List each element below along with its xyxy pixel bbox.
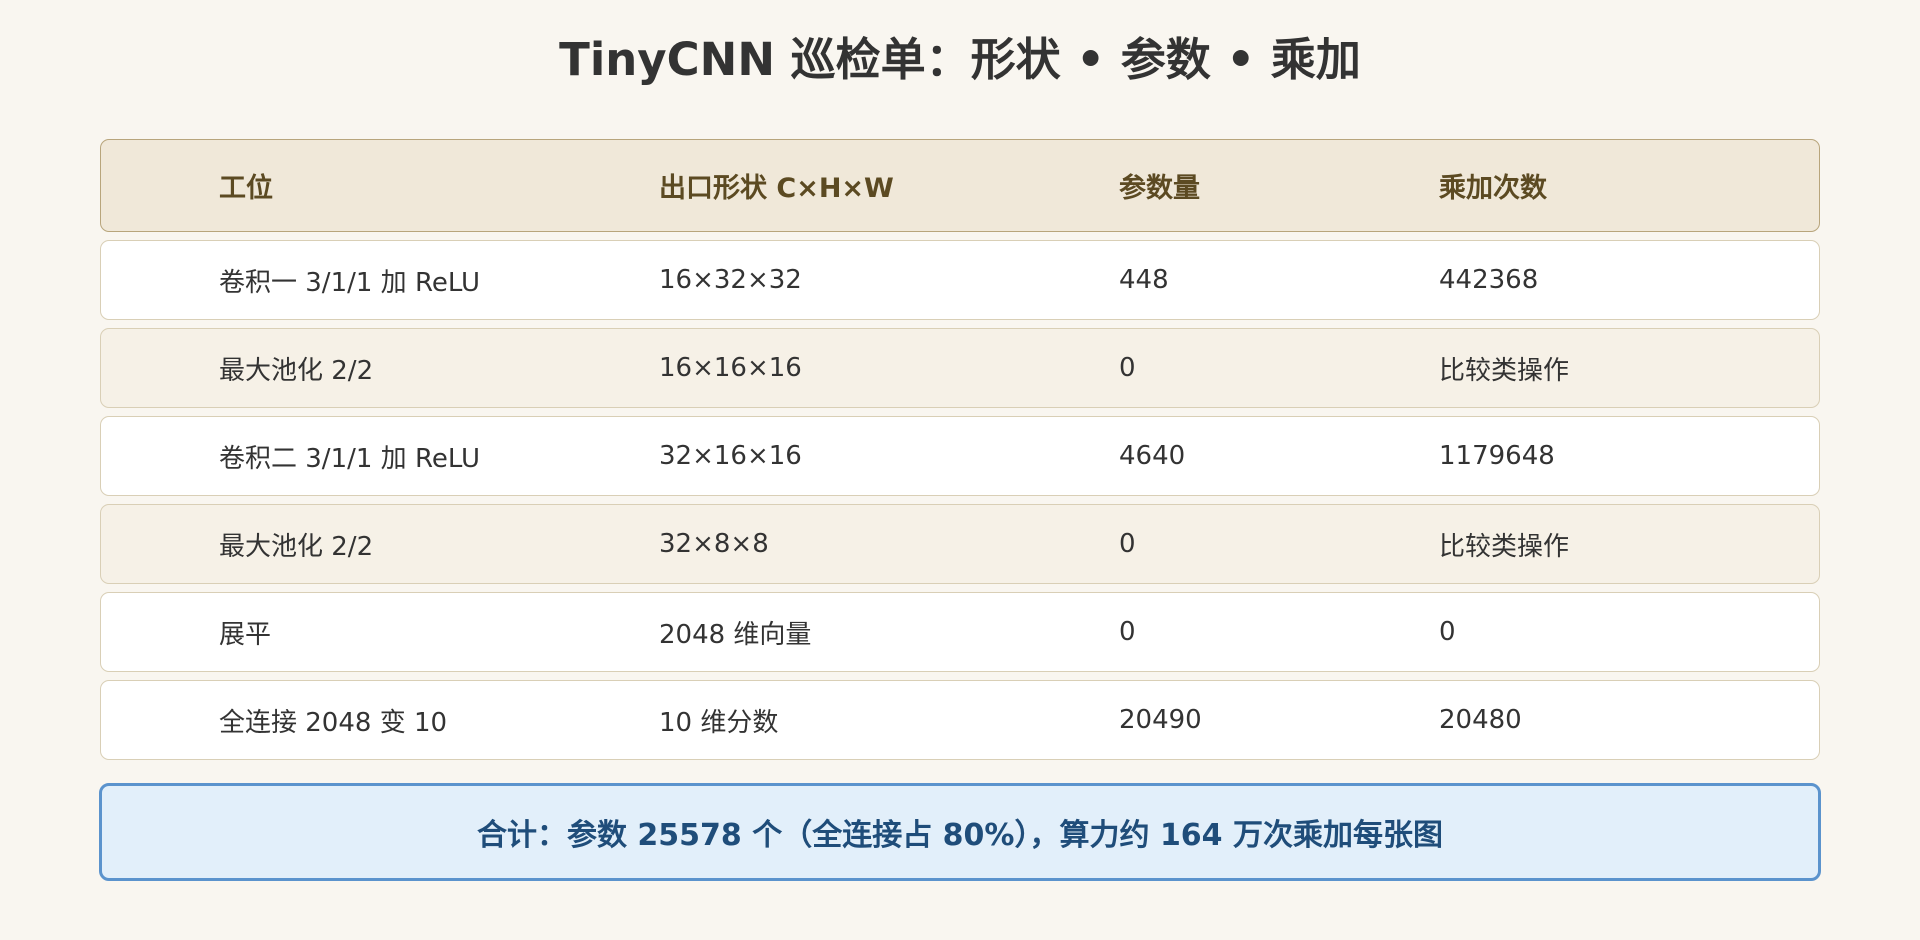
summary-text: 合计：参数 25578 个（全连接占 80%），算力约 164 万次乘加每张图 — [476, 818, 1444, 853]
summary-box: 合计：参数 25578 个（全连接占 80%），算力约 164 万次乘加每张图 — [99, 783, 1821, 881]
cell-param-count: 20490 — [1119, 705, 1202, 735]
page: TinyCNN 巡检单：形状 • 参数 • 乘加 工位 出口形状 C×H×W 参… — [0, 0, 1920, 940]
cell-param-count: 4640 — [1119, 441, 1186, 471]
table-row: 展平 2048 维向量 0 0 — [100, 592, 1820, 672]
cell-param-count: 0 — [1119, 617, 1136, 647]
cell-station: 最大池化 2/2 — [219, 531, 374, 562]
cell-output-shape: 32×8×8 — [659, 529, 769, 559]
inspection-table: 工位 出口形状 C×H×W 参数量 乘加次数 卷积一 3/1/1 加 ReLU … — [100, 139, 1820, 768]
header-mac-count: 乘加次数 — [1439, 173, 1547, 204]
table-row: 卷积二 3/1/1 加 ReLU 32×16×16 4640 1179648 — [100, 416, 1820, 496]
cell-mac-count: 1179648 — [1439, 441, 1555, 471]
header-station: 工位 — [219, 173, 273, 204]
cell-mac-count: 比较类操作 — [1439, 531, 1570, 562]
table-row: 卷积一 3/1/1 加 ReLU 16×32×32 448 442368 — [100, 240, 1820, 320]
cell-station: 全连接 2048 变 10 — [219, 707, 448, 738]
table-row: 全连接 2048 变 10 10 维分数 20490 20480 — [100, 680, 1820, 760]
cell-param-count: 0 — [1119, 353, 1136, 383]
cell-station: 卷积二 3/1/1 加 ReLU — [219, 443, 481, 474]
cell-station: 最大池化 2/2 — [219, 355, 374, 386]
cell-mac-count: 442368 — [1439, 265, 1539, 295]
cell-mac-count: 0 — [1439, 617, 1456, 647]
page-title: TinyCNN 巡检单：形状 • 参数 • 乘加 — [559, 33, 1361, 86]
table-row: 最大池化 2/2 32×8×8 0 比较类操作 — [100, 504, 1820, 584]
cell-param-count: 0 — [1119, 529, 1136, 559]
cell-output-shape: 16×32×32 — [659, 265, 802, 295]
cell-param-count: 448 — [1119, 265, 1169, 295]
header-param-count: 参数量 — [1119, 173, 1200, 204]
table-row: 最大池化 2/2 16×16×16 0 比较类操作 — [100, 328, 1820, 408]
cell-output-shape: 32×16×16 — [659, 441, 802, 471]
table-header-row: 工位 出口形状 C×H×W 参数量 乘加次数 — [100, 139, 1820, 232]
header-output-shape: 出口形状 C×H×W — [659, 173, 894, 204]
cell-output-shape: 2048 维向量 — [659, 619, 812, 650]
cell-output-shape: 10 维分数 — [659, 707, 779, 738]
cell-output-shape: 16×16×16 — [659, 353, 802, 383]
cell-mac-count: 比较类操作 — [1439, 355, 1570, 386]
cell-station: 展平 — [219, 619, 272, 650]
cell-mac-count: 20480 — [1439, 705, 1522, 735]
cell-station: 卷积一 3/1/1 加 ReLU — [219, 267, 481, 298]
